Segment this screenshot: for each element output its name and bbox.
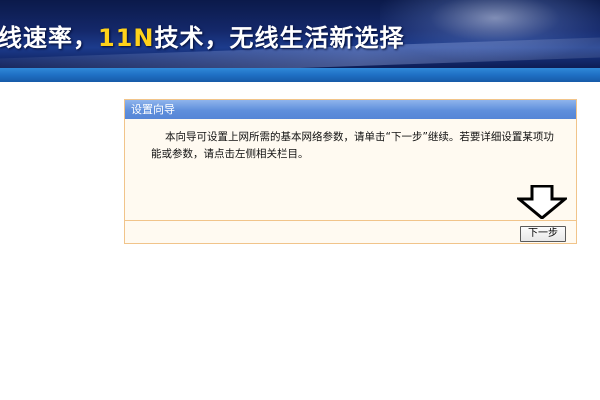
- setup-wizard-panel: 设置向导 本向导可设置上网所需的基本网络参数，请单击“下一步”继续。若要详细设置…: [124, 99, 577, 244]
- slogan-suffix: 技术，无线生活新选择: [154, 24, 405, 52]
- header-banner: 线速率，11N技术，无线生活新选择: [0, 0, 600, 68]
- wizard-intro-text: 本向导可设置上网所需的基本网络参数，请单击“下一步”继续。若要详细设置某项功能或…: [151, 131, 554, 160]
- banner-slogan: 线速率，11N技术，无线生活新选择: [0, 18, 404, 53]
- panel-body: 本向导可设置上网所需的基本网络参数，请单击“下一步”继续。若要详细设置某项功能或…: [125, 119, 576, 221]
- panel-header: 设置向导: [125, 100, 576, 119]
- slogan-highlight: 11N: [98, 24, 155, 52]
- slogan-prefix: 线速率，: [0, 24, 98, 52]
- panel-title: 设置向导: [131, 103, 175, 116]
- arrow-down-icon: [517, 185, 567, 219]
- next-step-button[interactable]: 下一步: [520, 226, 566, 242]
- header-stripe: [0, 68, 600, 82]
